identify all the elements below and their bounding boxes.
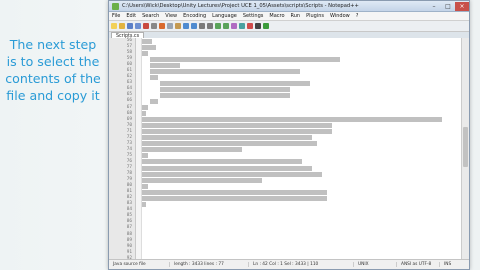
menu-window[interactable]: Window xyxy=(330,13,350,19)
menu-settings[interactable]: Settings xyxy=(243,13,264,19)
selected-comment-line xyxy=(142,177,262,183)
status-file-type: Java source file xyxy=(109,262,170,267)
status-bar: Java source file length : 3433 lines : 7… xyxy=(109,259,469,269)
status-insert-mode: INS xyxy=(444,262,452,267)
menu-edit[interactable]: Edit xyxy=(126,13,136,19)
selected-comment-line xyxy=(142,129,332,135)
toolbar xyxy=(109,21,469,32)
cut-icon[interactable] xyxy=(159,23,165,29)
selected-code-line xyxy=(150,74,158,80)
selected-comment-line xyxy=(142,201,146,207)
print-icon[interactable] xyxy=(151,23,157,29)
copy-icon[interactable] xyxy=(167,23,173,29)
find-icon[interactable] xyxy=(199,23,205,29)
menu-language[interactable]: Language xyxy=(212,13,237,19)
selected-comment-line xyxy=(150,56,340,62)
selected-code-line xyxy=(142,105,148,111)
vertical-scrollbar[interactable] xyxy=(461,38,469,260)
selected-comment-line xyxy=(142,123,332,129)
word-wrap-icon[interactable] xyxy=(239,23,245,29)
caption-line: file and copy it xyxy=(6,88,100,103)
stop-macro-icon[interactable] xyxy=(255,23,261,29)
title-bar[interactable]: C:\Users\Wick\Desktop\Unity Lectures\Pro… xyxy=(109,1,469,12)
menu-run[interactable]: Run xyxy=(291,13,301,19)
selected-comment-line xyxy=(142,117,442,123)
save-icon[interactable] xyxy=(127,23,133,29)
notepad-app-icon xyxy=(112,2,119,10)
selected-code-line xyxy=(142,111,146,117)
selected-code-line xyxy=(160,86,290,92)
sync-scroll-icon[interactable] xyxy=(231,23,237,29)
menu-search[interactable]: Search xyxy=(142,13,159,19)
close-file-icon[interactable] xyxy=(143,23,149,29)
replace-icon[interactable] xyxy=(207,23,213,29)
menu-file[interactable]: File xyxy=(112,13,120,19)
new-file-icon[interactable] xyxy=(111,23,117,29)
status-encoding: ANSI as UTF-8 xyxy=(397,262,440,267)
maximize-button[interactable]: □ xyxy=(441,2,455,11)
line-number-gutter: 56 57 58 59 60 61 62 63 64 65 66 67 68 6… xyxy=(109,38,136,267)
selected-comment-line xyxy=(142,135,312,141)
selected-code-line xyxy=(160,92,290,98)
record-macro-icon[interactable] xyxy=(247,23,253,29)
zoom-out-icon[interactable] xyxy=(223,23,229,29)
menu-bar: File Edit Search View Encoding Language … xyxy=(109,12,469,21)
selected-code-line xyxy=(150,68,300,74)
zoom-in-icon[interactable] xyxy=(215,23,221,29)
selected-comment-line xyxy=(142,141,317,147)
selected-comment-line xyxy=(142,165,312,171)
menu-encoding[interactable]: Encoding xyxy=(183,13,206,19)
play-macro-icon[interactable] xyxy=(263,23,269,29)
redo-icon[interactable] xyxy=(191,23,197,29)
menu-plugins[interactable]: Plugins xyxy=(306,13,324,19)
caption-line: is to select the xyxy=(6,54,100,69)
selected-code-line xyxy=(142,50,148,56)
caption-line: The next step xyxy=(9,37,97,52)
menu-help[interactable]: ? xyxy=(356,13,359,19)
status-position: Ln : 42 Col : 1 Sel : 3433 | 110 xyxy=(249,262,354,267)
notepad-window: C:\Users\Wick\Desktop\Unity Lectures\Pro… xyxy=(108,0,470,270)
menu-view[interactable]: View xyxy=(165,13,177,19)
paste-icon[interactable] xyxy=(175,23,181,29)
caption-line: contents of the xyxy=(5,71,101,86)
scrollbar-thumb[interactable] xyxy=(463,126,468,167)
selected-comment-line xyxy=(142,147,242,153)
selected-code-line xyxy=(150,98,158,104)
undo-icon[interactable] xyxy=(183,23,189,29)
status-length: length : 3433 lines : 77 xyxy=(170,262,249,267)
window-title: C:\Users\Wick\Desktop\Unity Lectures\Pro… xyxy=(122,3,359,9)
close-button[interactable]: × xyxy=(455,1,469,11)
instruction-caption: The next step is to select the contents … xyxy=(0,36,106,104)
selected-code-line xyxy=(142,38,152,44)
status-eol: UNIX xyxy=(354,262,397,267)
selected-comment-line xyxy=(160,80,310,86)
code-text-area[interactable] xyxy=(142,38,469,260)
selected-code-line xyxy=(142,44,156,50)
menu-macro[interactable]: Macro xyxy=(269,13,284,19)
selected-comment-line xyxy=(142,195,327,201)
open-file-icon[interactable] xyxy=(119,23,125,29)
selected-code-line xyxy=(150,62,180,68)
selected-comment-line xyxy=(142,189,327,195)
save-all-icon[interactable] xyxy=(135,23,141,29)
editor-area[interactable]: 56 57 58 59 60 61 62 63 64 65 66 67 68 6… xyxy=(109,38,469,267)
minimize-button[interactable]: – xyxy=(427,2,441,11)
selected-comment-line xyxy=(142,153,148,159)
selected-comment-line xyxy=(142,183,148,189)
selected-comment-line xyxy=(142,171,322,177)
selected-comment-line xyxy=(142,159,302,165)
